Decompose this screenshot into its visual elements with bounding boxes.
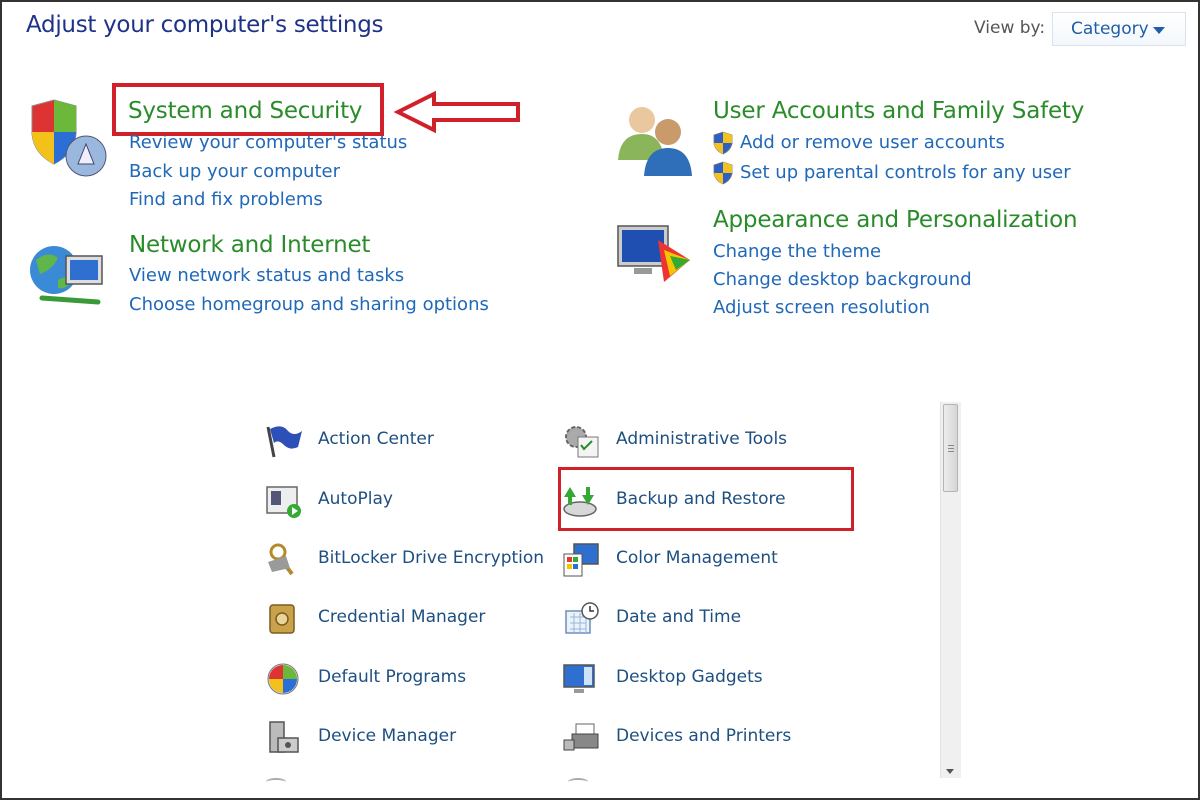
item-default-programs[interactable]: Default Programs	[264, 659, 544, 699]
item-label: BitLocker Drive Encryption	[318, 548, 545, 568]
category-appearance[interactable]: Appearance and Personalization	[713, 207, 1078, 233]
autoplay-icon	[266, 486, 301, 518]
color-management-icon	[563, 543, 599, 577]
chevron-down-icon	[1153, 27, 1165, 34]
link-desktop-background[interactable]: Change desktop background	[713, 269, 972, 290]
highlight-box-backup-restore	[558, 467, 854, 531]
item-date-time[interactable]: Date and Time	[562, 599, 842, 639]
item-action-center[interactable]: Action Center	[264, 421, 544, 461]
link-change-theme[interactable]: Change the theme	[713, 241, 881, 262]
link-add-remove-users[interactable]: Add or remove user accounts	[740, 132, 1005, 153]
next-item-icon-partial	[266, 778, 286, 786]
next-item-icon-partial	[568, 778, 588, 786]
uac-shield-icon	[713, 161, 733, 185]
item-autoplay[interactable]: AutoPlay	[264, 481, 544, 521]
bitlocker-keys-icon	[268, 543, 294, 576]
item-label: Action Center	[318, 429, 434, 449]
link-find-fix[interactable]: Find and fix problems	[129, 189, 323, 210]
view-by-dropdown[interactable]: Category	[1052, 12, 1186, 46]
link-network-status[interactable]: View network status and tasks	[129, 265, 404, 286]
view-by-value: Category	[1071, 19, 1149, 39]
admin-tools-icon	[565, 426, 599, 458]
category-network-internet[interactable]: Network and Internet	[129, 232, 370, 258]
vault-icon	[269, 604, 295, 634]
item-label: Credential Manager	[318, 607, 486, 627]
scroll-down-arrow-icon[interactable]	[946, 769, 954, 774]
item-label: Desktop Gadgets	[616, 667, 763, 687]
link-homegroup[interactable]: Choose homegroup and sharing options	[129, 294, 489, 315]
category-user-accounts[interactable]: User Accounts and Family Safety	[713, 98, 1084, 124]
link-back-up[interactable]: Back up your computer	[129, 161, 340, 182]
item-label: AutoPlay	[318, 489, 393, 509]
link-parental-controls[interactable]: Set up parental controls for any user	[740, 162, 1071, 183]
item-label: Administrative Tools	[616, 429, 788, 449]
item-label: Default Programs	[318, 667, 467, 687]
printer-icon	[563, 723, 599, 751]
item-label: Devices and Printers	[616, 726, 792, 746]
item-label: Date and Time	[616, 607, 742, 627]
arrow-left-annotation-icon	[394, 90, 520, 134]
item-credential-manager[interactable]: Credential Manager	[264, 599, 544, 639]
gadgets-icon	[563, 664, 595, 693]
flag-icon	[266, 426, 302, 458]
clock-calendar-icon	[565, 602, 599, 634]
scrollbar-thumb[interactable]	[943, 404, 958, 492]
item-administrative-tools[interactable]: Administrative Tools	[562, 421, 842, 461]
item-label: Color Management	[616, 548, 778, 568]
view-by-label: View by:	[974, 18, 1046, 38]
shield-icon	[31, 99, 107, 177]
item-bitlocker[interactable]: BitLocker Drive Encryption	[264, 540, 544, 580]
item-device-manager[interactable]: Device Manager	[264, 718, 544, 758]
item-label: Device Manager	[318, 726, 457, 746]
item-devices-printers[interactable]: Devices and Printers	[562, 718, 842, 758]
uac-shield-icon	[713, 131, 733, 155]
users-icon	[618, 107, 692, 176]
device-manager-icon	[269, 721, 299, 753]
item-desktop-gadgets[interactable]: Desktop Gadgets	[562, 659, 842, 699]
scrollbar[interactable]	[940, 402, 961, 778]
link-screen-resolution[interactable]: Adjust screen resolution	[713, 297, 930, 318]
control-panel-window: Adjust your computer's settings View by:…	[0, 0, 1200, 800]
item-color-management[interactable]: Color Management	[562, 540, 842, 580]
highlight-box-system-security	[112, 83, 384, 136]
default-programs-icon	[267, 663, 299, 695]
network-globe-icon	[30, 246, 103, 305]
monitor-palette-icon	[617, 225, 690, 282]
link-review-status[interactable]: Review your computer's status	[129, 132, 407, 153]
grip-icon	[948, 445, 954, 446]
page-title: Adjust your computer's settings	[26, 12, 384, 38]
